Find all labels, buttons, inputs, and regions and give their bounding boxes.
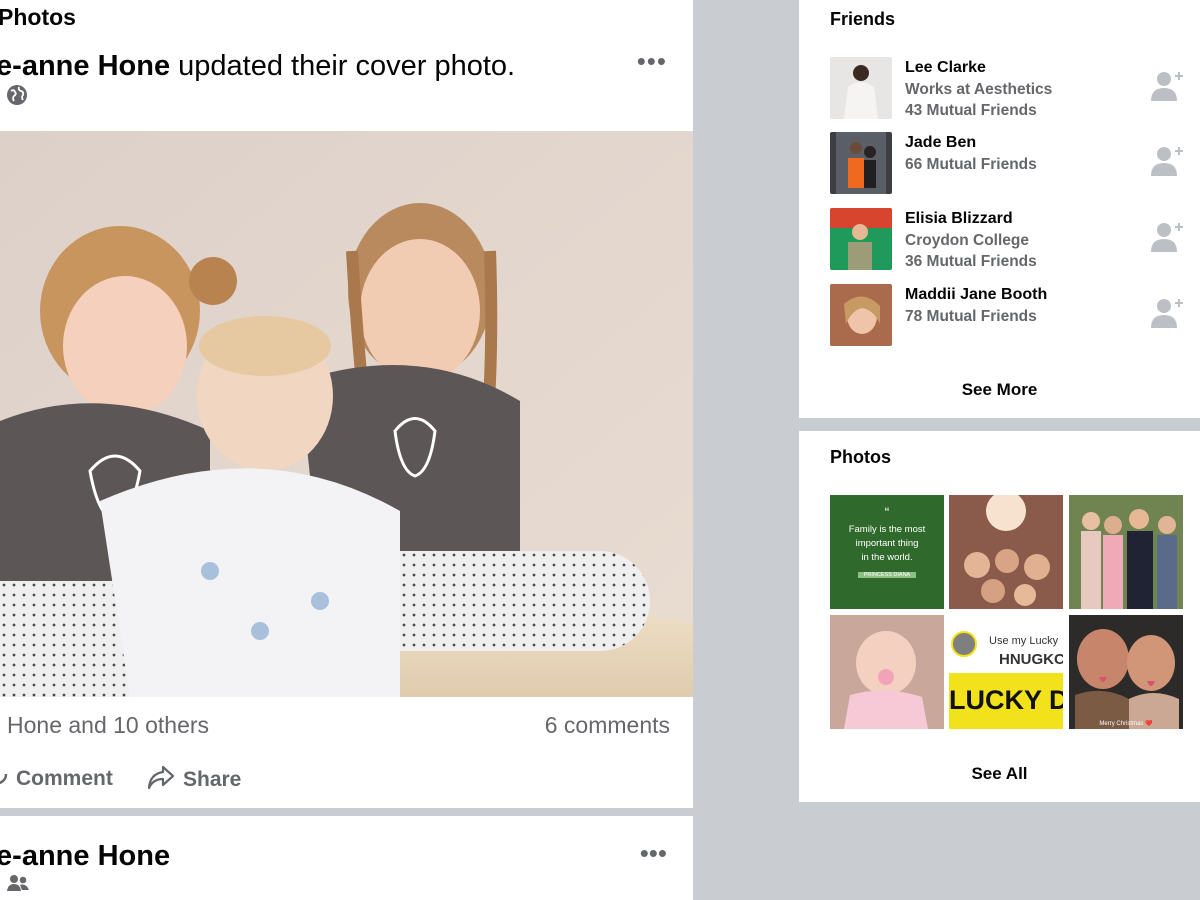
friends-card: Friends Lee Clarke Works at Aesthetics 4… [799,0,1200,418]
friend-name[interactable]: Elisia Blizzard [905,208,1037,230]
photo-tile[interactable]: Merry Christmas ❤️ [1069,615,1183,729]
friend-detail: Croydon College [905,231,1030,249]
post-action-text: updated their cover photo. [170,50,516,82]
friend-detail: Works at Aesthetics [905,80,1053,98]
section-title: Photos [0,4,76,30]
comments-count[interactable]: 6 comments [545,712,670,739]
add-friend-icon[interactable] [1148,218,1188,258]
post-author-name[interactable]: ie-anne Hone [0,50,170,82]
tile-caption: Merry Christmas ❤️ [1099,721,1153,727]
friend-info: Jade Ben 66 Mutual Friends [905,132,1037,175]
see-all-photos-button[interactable]: See All [799,764,1200,784]
quote-line: in the world. [861,552,913,563]
add-friend-icon[interactable] [1148,67,1188,107]
add-friend-icon[interactable] [1148,294,1188,334]
post-options-button[interactable]: ••• [637,46,667,77]
friend-item[interactable]: Jade Ben 66 Mutual Friends [830,132,1200,194]
tile-code: HNUGKC [999,651,1063,668]
photo-tile[interactable] [949,495,1063,609]
photo-tile-lucky[interactable]: Use my Lucky HNUGKC LUCKY D [949,615,1063,729]
comment-button[interactable]: Comment [0,764,113,794]
friend-avatar[interactable] [830,208,892,270]
tile-headline: LUCKY D [949,685,1063,715]
post-meta: · [0,84,28,111]
add-friend-icon[interactable] [1148,142,1188,182]
tile-avatar [951,631,977,657]
cover-photo-image[interactable] [0,131,693,697]
tile-caption: Use my Lucky [989,635,1059,647]
friend-info: Lee Clarke Works at Aesthetics 43 Mutual… [905,57,1052,122]
quote-mark: “ [884,504,890,520]
friend-mutual: 66 Mutual Friends [905,155,1037,173]
friend-info: Maddii Jane Booth 78 Mutual Friends [905,284,1047,327]
cover-photo-post: Photos ie-anne Hone updated their cover … [0,0,693,808]
friend-avatar[interactable] [830,284,892,346]
post-headline: ie-anne Hone updated their cover photo. [0,50,515,83]
globe-icon [6,84,28,111]
post-options-button[interactable]: ••• [640,838,667,869]
quote-badge: PRINCESS DIANA [830,571,944,579]
friend-name[interactable]: Maddii Jane Booth [905,284,1047,306]
friend-item[interactable]: Lee Clarke Works at Aesthetics 43 Mutual… [830,57,1200,119]
friend-item[interactable]: Elisia Blizzard Croydon College 36 Mutua… [830,208,1200,270]
friend-avatar[interactable] [830,132,892,194]
share-label: Share [183,768,242,791]
post-actions: Comment Share [0,764,693,800]
comment-icon [0,764,8,794]
photos-card: Photos “ Family is the most important th… [799,431,1200,802]
friend-info: Elisia Blizzard Croydon College 36 Mutua… [905,208,1037,273]
photo-tile[interactable] [1069,495,1183,609]
see-more-friends-button[interactable]: See More [799,380,1200,400]
friend-mutual: 36 Mutual Friends [905,253,1037,270]
photo-tile[interactable] [830,615,944,729]
photos-title: Photos [830,447,891,467]
photo-grid: “ Family is the most important thing in … [830,495,1183,729]
share-icon [147,764,175,796]
friend-mutual: 78 Mutual Friends [905,307,1037,325]
friend-name[interactable]: Lee Clarke [905,57,1052,79]
friend-avatar[interactable] [830,57,892,119]
group-icon [6,874,30,897]
friend-name[interactable]: Jade Ben [905,132,1037,154]
reactions-summary[interactable]: Hone and 10 others [7,712,209,739]
post-author-name[interactable]: ie-anne Hone [0,840,170,873]
quote-line: important thing [855,538,919,549]
post-meta: · [0,874,30,897]
comment-label: Comment [16,767,113,790]
quote-badge-text: PRINCESS DIANA [857,572,917,578]
friend-mutual: 43 Mutual Friends [905,102,1037,119]
second-post: ie-anne Hone · ••• [0,816,693,900]
post-stats: Hone and 10 others 6 comments [0,710,693,744]
friends-title: Friends [830,9,896,29]
friend-item[interactable]: Maddii Jane Booth 78 Mutual Friends [830,284,1200,346]
quote-line: Family is the most [848,524,926,535]
photo-tile-quote[interactable]: “ Family is the most important thing in … [830,495,944,609]
share-button[interactable]: Share [147,764,241,796]
